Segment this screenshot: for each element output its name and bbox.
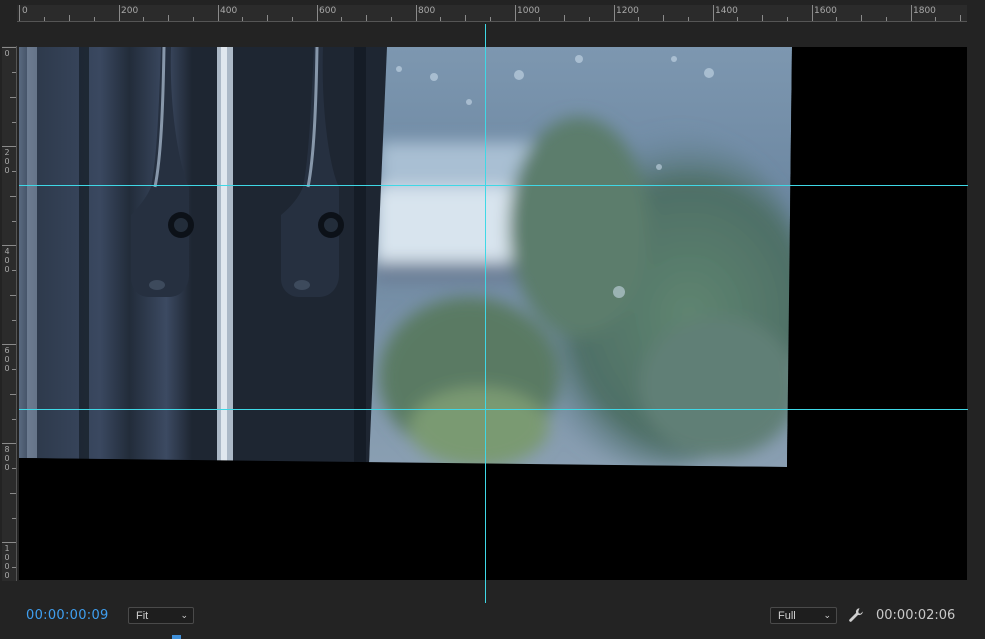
chevron-down-icon: ⌄ (823, 610, 831, 620)
ruler-label: 4 0 0 (4, 247, 10, 274)
ruler-label: 600 (319, 6, 337, 16)
ruler-label: 400 (220, 6, 238, 16)
ruler-label: 800 (418, 6, 436, 16)
ruler-label: 1200 (616, 6, 639, 16)
ruler-label: 8 0 0 (4, 445, 10, 472)
ruler-label: 200 (121, 6, 139, 16)
horizontal-ruler: 0 200 400 600 800 1000 1200 1400 1600 18… (17, 5, 967, 22)
ruler-label: 0 (4, 49, 10, 58)
monitor-controls-bar: 00:00:00:09 Fit ⌄ Full ⌄ 00:00:02:06 (0, 600, 985, 639)
zoom-level-value: Fit (136, 610, 149, 622)
duration-timecode: 00:00:02:06 (876, 608, 956, 623)
ruler-label: 1000 (517, 6, 540, 16)
playback-resolution-value: Full (778, 610, 796, 622)
ruler-label: 1 0 0 0 (4, 544, 10, 580)
ruler-label: 1800 (913, 6, 936, 16)
current-timecode[interactable]: 00:00:00:09 (26, 608, 109, 623)
zoom-level-dropdown[interactable]: Fit ⌄ (128, 607, 194, 624)
video-frame (19, 47, 967, 580)
vertical-ruler: 0 2 0 0 4 0 0 6 0 0 8 0 0 1 0 0 0 (2, 46, 17, 581)
ruler-label: 1400 (715, 6, 738, 16)
ruler-label: 0 (22, 6, 28, 16)
playhead-marker[interactable] (172, 635, 181, 639)
ruler-label: 6 0 0 (4, 346, 10, 373)
chevron-down-icon: ⌄ (180, 610, 188, 620)
vertical-ruler-ticks (2, 47, 16, 568)
wrench-icon[interactable] (848, 607, 864, 623)
guide-line-horizontal[interactable] (19, 409, 968, 410)
playback-resolution-dropdown[interactable]: Full ⌄ (770, 607, 837, 624)
program-monitor-canvas[interactable] (19, 47, 967, 580)
guide-line-horizontal[interactable] (19, 185, 968, 186)
guide-line-vertical[interactable] (485, 24, 486, 603)
ruler-label: 1600 (814, 6, 837, 16)
ruler-label: 2 0 0 (4, 148, 10, 175)
